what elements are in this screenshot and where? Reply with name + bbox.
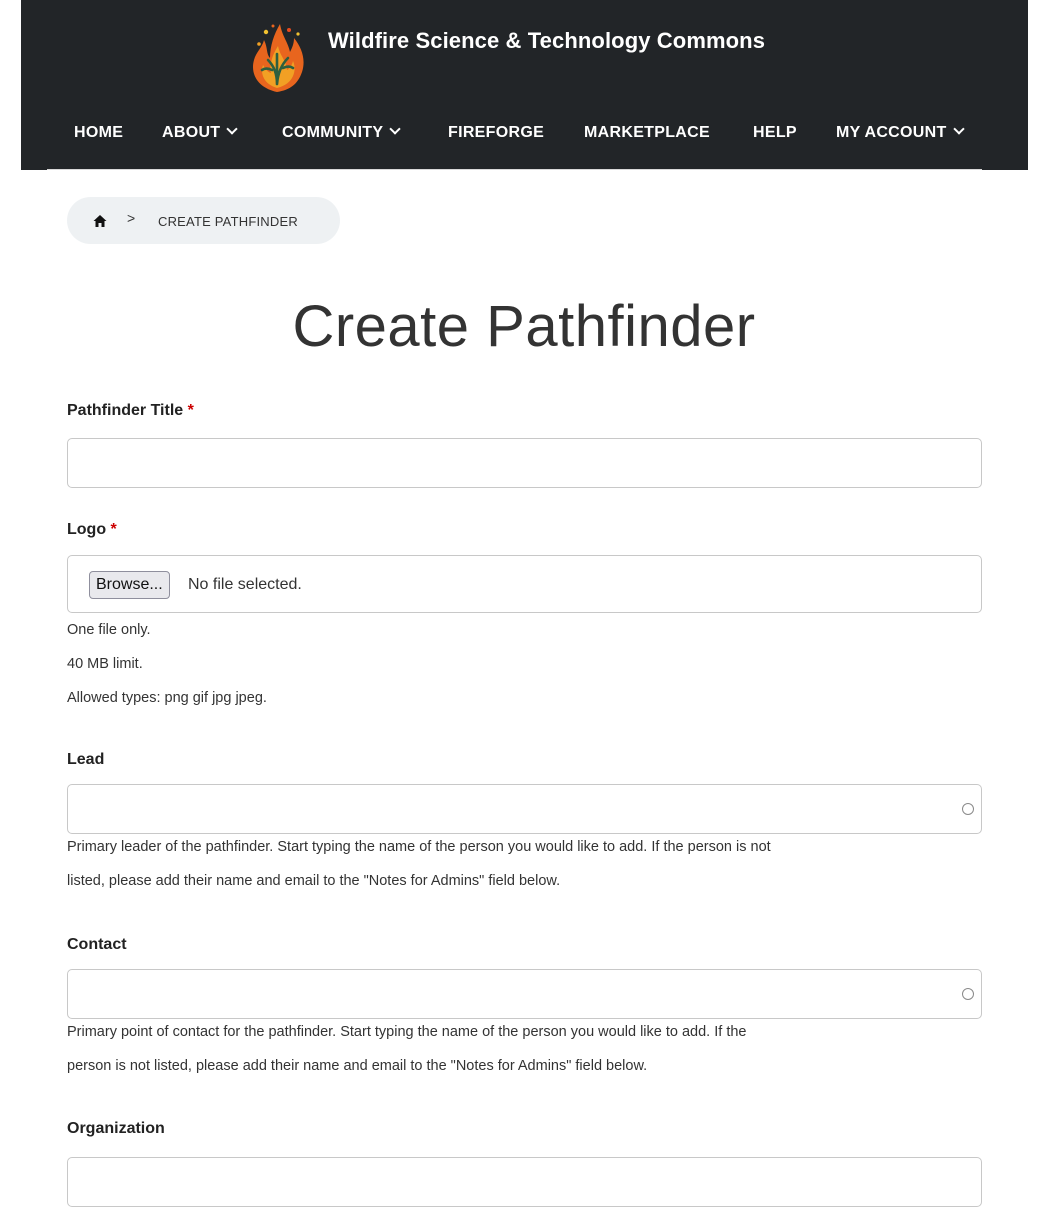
logo-file-input[interactable]: Browse... No file selected. (67, 555, 982, 613)
lead-help-line: Primary leader of the pathfinder. Start … (67, 839, 771, 855)
header-divider (47, 169, 982, 170)
breadcrumb-current: CREATE PATHFINDER (158, 214, 298, 229)
label-text: Lead (67, 751, 105, 768)
breadcrumb-separator: > (127, 210, 136, 226)
logo-help-count: One file only. (67, 622, 151, 638)
page: Wildfire Science & Technology Commons HO… (0, 0, 1048, 1215)
nav-label: ABOUT (162, 124, 221, 141)
required-marker: * (187, 402, 194, 419)
label-text: Pathfinder Title (67, 402, 184, 419)
nav-label: HOME (74, 124, 124, 141)
contact-label: Contact (67, 936, 127, 954)
autocomplete-throbber-icon (962, 988, 974, 1000)
nav-label: COMMUNITY (282, 124, 384, 141)
browse-button[interactable]: Browse... (89, 571, 170, 599)
logo-help-types: Allowed types: png gif jpg jpeg. (67, 690, 267, 706)
file-status: No file selected. (188, 576, 302, 593)
page-title: Create Pathfinder (292, 294, 756, 359)
nav-item-home[interactable]: HOME (74, 124, 123, 142)
lead-autocomplete-input[interactable] (67, 784, 982, 834)
flame-tree-logo-icon[interactable] (242, 18, 312, 94)
autocomplete-throbber-icon (962, 803, 974, 815)
chevron-down-icon (952, 123, 965, 135)
site-title[interactable]: Wildfire Science & Technology Commons (328, 28, 765, 54)
nav-item-marketplace[interactable]: MARKETPLACE (584, 124, 710, 142)
label-text: Organization (67, 1120, 165, 1137)
contact-help-line: Primary point of contact for the pathfin… (67, 1024, 747, 1040)
contact-help-line: person is not listed, please add their n… (67, 1058, 648, 1074)
nav-item-my-account[interactable]: MY ACCOUNT (836, 123, 965, 142)
nav-item-community[interactable]: COMMUNITY (282, 123, 402, 142)
label-text: Logo (67, 521, 107, 538)
breadcrumb: > CREATE PATHFINDER (67, 197, 340, 244)
nav-label: MARKETPLACE (584, 124, 710, 141)
nav-item-about[interactable]: ABOUT (162, 123, 239, 142)
nav-label: FIREFORGE (448, 124, 545, 141)
chevron-down-icon (389, 123, 402, 135)
nav-label: MY ACCOUNT (836, 124, 947, 141)
lead-label: Lead (67, 751, 104, 769)
required-marker: * (110, 521, 117, 538)
pathfinder-title-label: Pathfinder Title * (67, 402, 194, 420)
chevron-down-icon (226, 123, 239, 135)
organization-label: Organization (67, 1120, 165, 1138)
home-icon[interactable] (93, 214, 107, 228)
pathfinder-title-input[interactable] (67, 438, 982, 488)
lead-help-line: listed, please add their name and email … (67, 873, 561, 889)
nav-item-help[interactable]: HELP (753, 124, 797, 142)
logo-label: Logo * (67, 521, 117, 539)
nav-item-fireforge[interactable]: FIREFORGE (448, 124, 544, 142)
logo-help-size: 40 MB limit. (67, 656, 143, 672)
contact-autocomplete-input[interactable] (67, 969, 982, 1019)
label-text: Contact (67, 936, 127, 953)
main-nav: HOME ABOUT COMMUNITY FIREFORGE MARKETPLA… (21, 114, 1028, 154)
site-header: Wildfire Science & Technology Commons HO… (21, 0, 1028, 170)
organization-input[interactable] (67, 1157, 982, 1207)
site-brand[interactable]: Wildfire Science & Technology Commons (21, 14, 1028, 92)
nav-label: HELP (753, 124, 797, 141)
